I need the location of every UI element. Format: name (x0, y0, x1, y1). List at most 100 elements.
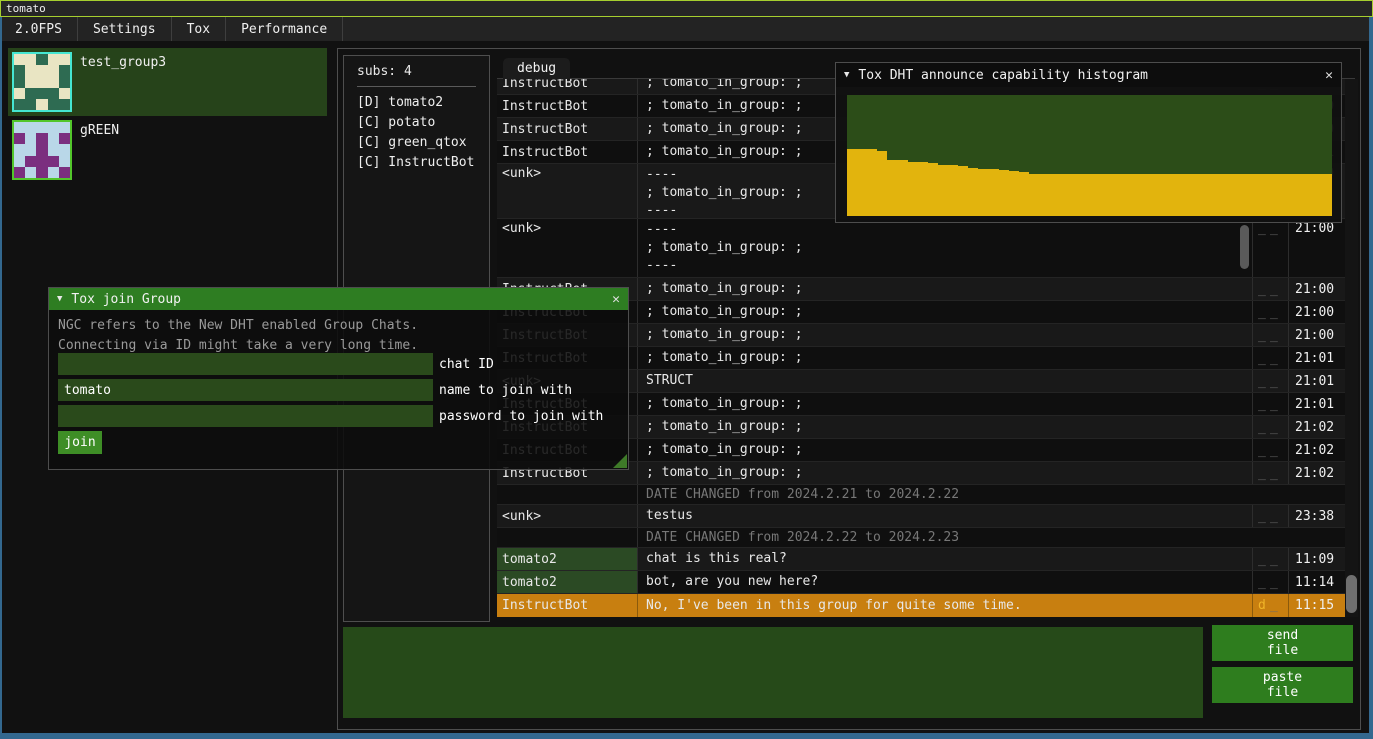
window-border-left (0, 17, 2, 739)
message-time: 21:01 (1289, 347, 1345, 369)
histogram-bar (1090, 174, 1100, 216)
message-time: 21:00 (1289, 278, 1345, 300)
message-line: testus (646, 507, 693, 525)
message-row: tomato2bot, are you new here?__11:14 (497, 571, 1345, 594)
paste-file-button[interactable]: paste file (1212, 667, 1353, 703)
message-status-cell: __ (1253, 324, 1289, 346)
histogram-bar (1171, 174, 1181, 216)
collapse-arrow-icon[interactable]: ▼ (844, 70, 849, 80)
avatar-pixel (36, 122, 47, 133)
status-flag-2: _ (1270, 221, 1282, 236)
histogram-bar (857, 149, 867, 216)
message-sender-cell: tomato2 (497, 571, 638, 593)
status-flag-2: _ (1270, 351, 1282, 366)
collapse-arrow-icon[interactable]: ▼ (57, 294, 62, 304)
member-list-item[interactable]: [C] InstructBot (357, 153, 489, 173)
group-row-gREEN[interactable]: gREEN (8, 116, 327, 184)
group-row-test_group3[interactable]: test_group3 (8, 48, 327, 116)
join-group-window: ▼ Tox join Group ✕ NGC refers to the New… (48, 287, 629, 470)
message-line: ; tomato_in_group: ; (646, 395, 803, 413)
tab-debug[interactable]: debug (503, 58, 570, 79)
histogram-bar (1039, 174, 1049, 216)
dht-histogram-titlebar[interactable]: ▼ Tox DHT announce capability histogram … (836, 63, 1341, 87)
message-inner-scrollbar[interactable] (1240, 225, 1249, 269)
avatar-pixel (14, 88, 25, 99)
message-text-cell: ; tomato_in_group: ; (638, 324, 1253, 346)
send-file-button[interactable]: send file (1212, 625, 1353, 661)
avatar-pixel (48, 88, 59, 99)
message-text-cell: testus (638, 505, 1253, 527)
histogram-bar (1251, 174, 1261, 216)
avatar-pixel (14, 99, 25, 110)
status-flag-2: _ (1270, 420, 1282, 435)
close-icon[interactable]: ✕ (1325, 68, 1333, 83)
message-line: STRUCT (646, 372, 693, 390)
avatar-pixel (48, 167, 59, 178)
menu-item-tox[interactable]: Tox (172, 17, 226, 41)
join-name-input[interactable]: tomato (58, 379, 433, 401)
avatar-pixel (59, 88, 70, 99)
message-status-cell: __ (1253, 219, 1289, 277)
join-group-titlebar[interactable]: ▼ Tox join Group ✕ (49, 288, 628, 310)
avatar-pixel (14, 156, 25, 167)
status-flag-2: _ (1270, 509, 1282, 524)
menu-item-settings[interactable]: Settings (78, 17, 172, 41)
chat-scrollbar[interactable] (1345, 79, 1358, 617)
message-time: 21:01 (1289, 393, 1345, 415)
avatar-pixel (14, 54, 25, 65)
message-time: 11:09 (1289, 548, 1345, 570)
resize-grip[interactable] (613, 454, 627, 468)
menu-item-performance[interactable]: Performance (226, 17, 343, 41)
histogram-bar (1049, 174, 1059, 216)
window-title: tomato (6, 2, 46, 15)
member-list-item[interactable]: [D] tomato2 (357, 93, 489, 113)
message-status-cell: __ (1253, 462, 1289, 484)
status-flag-2: _ (1270, 598, 1282, 613)
menu-bar: 2.0FPSSettingsToxPerformance (0, 17, 1373, 41)
message-status-cell: __ (1253, 571, 1289, 593)
message-line: ; tomato_in_group: ; (646, 303, 803, 321)
histogram-bar (928, 163, 938, 216)
app-window: tomato 2.0FPSSettingsToxPerformance test… (0, 0, 1373, 739)
avatar-pixel (25, 88, 36, 99)
avatar-pixel (25, 144, 36, 155)
avatar-pixel (14, 122, 25, 133)
avatar-pixel (48, 54, 59, 65)
close-icon[interactable]: ✕ (612, 292, 620, 307)
message-line: ; tomato_in_group: ; (646, 239, 1248, 257)
avatar-pixel (48, 65, 59, 76)
avatar-pixel (48, 76, 59, 87)
message-row: <unk>testus__23:38 (497, 505, 1345, 528)
message-sender-cell: <unk> (497, 219, 638, 277)
message-status-cell: __ (1253, 548, 1289, 570)
status-flag-2: _ (1270, 552, 1282, 567)
tab-debug-label: debug (517, 61, 556, 76)
avatar-pixel (59, 167, 70, 178)
status-flag-1: _ (1258, 466, 1270, 481)
histogram-bar (887, 160, 897, 216)
dht-histogram-window: ▼ Tox DHT announce capability histogram … (835, 62, 1342, 223)
message-input[interactable] (343, 627, 1203, 718)
chat-id-input[interactable] (58, 353, 433, 375)
histogram-bar (898, 160, 908, 216)
message-line: ; tomato_in_group: ; (646, 441, 803, 459)
message-sender: tomato2 (502, 575, 557, 590)
window-border-right (1369, 17, 1373, 739)
message-sender-cell (497, 485, 638, 504)
join-password-label: password to join with (439, 409, 603, 424)
histogram-bar (1272, 174, 1282, 216)
avatar-pixel (59, 99, 70, 110)
avatar-pixel (25, 99, 36, 110)
chat-scrollbar-thumb[interactable] (1346, 575, 1357, 613)
message-sender-cell: InstructBot (497, 594, 638, 617)
join-button[interactable]: join (58, 431, 102, 454)
join-password-input[interactable] (58, 405, 433, 427)
avatar-pixel (36, 76, 47, 87)
message-sender-cell: InstructBot (497, 141, 638, 163)
member-list-item[interactable]: [C] potato (357, 113, 489, 133)
histogram-bar (1282, 174, 1292, 216)
message-line: ; tomato_in_group: ; (646, 280, 803, 298)
message-time: 21:01 (1289, 370, 1345, 392)
member-list-item[interactable]: [C] green_qtox (357, 133, 489, 153)
status-flag-2: _ (1270, 328, 1282, 343)
